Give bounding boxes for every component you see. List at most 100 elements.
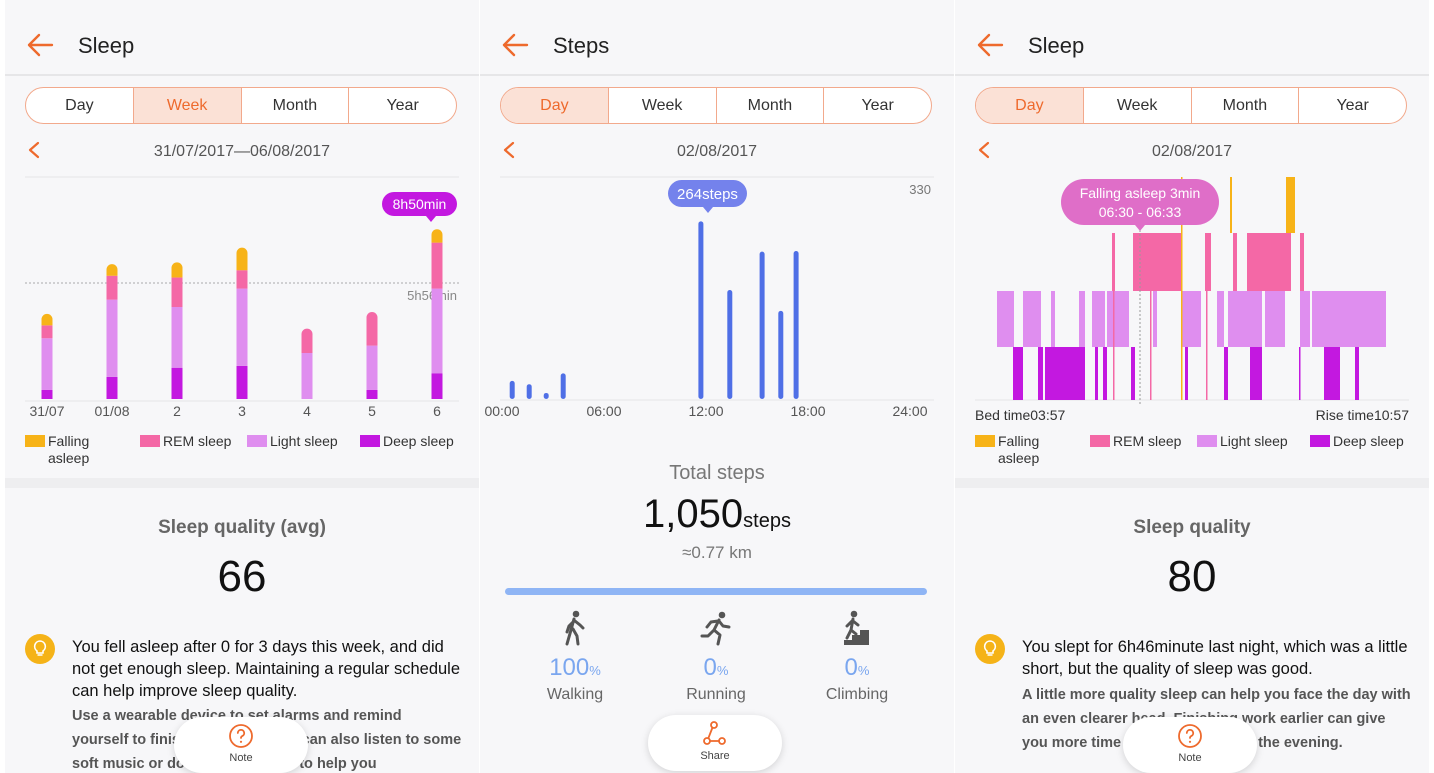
legend-light: Light sleep <box>1197 433 1288 450</box>
sleep-stage-block <box>1181 291 1201 347</box>
share-icon <box>703 721 726 745</box>
header: Sleep <box>955 0 1429 76</box>
tab-day[interactable]: Day <box>501 88 609 123</box>
sleep-stage-block <box>1286 177 1295 233</box>
tab-week[interactable]: Week <box>1084 88 1192 123</box>
note-button[interactable]: Note <box>174 717 308 773</box>
bar-segment <box>106 299 118 377</box>
tooltip-text: 8h50min <box>393 196 447 212</box>
tab-month[interactable]: Month <box>1192 88 1300 123</box>
legend-light: Light sleep <box>247 433 338 450</box>
activity-progress-bar <box>505 588 927 595</box>
sleep-stage-block <box>1077 347 1085 400</box>
tab-year[interactable]: Year <box>1299 88 1406 123</box>
note-label: Note <box>1178 752 1202 764</box>
bar-segment <box>106 264 118 276</box>
tooltip-bubble: 264steps <box>668 180 747 213</box>
x-tick-label: 12:00 <box>688 403 723 419</box>
period-tabs: Day Week Month Year <box>500 87 932 124</box>
rise-time: Rise time10:57 <box>1315 407 1409 423</box>
sleep-stage-block <box>1228 291 1262 347</box>
tab-day[interactable]: Day <box>26 88 134 123</box>
daily-steps-chart: 330 00:00 06:00 12:00 18:00 24:00 264steps <box>484 176 934 419</box>
x-tick-label: 06:00 <box>586 403 621 419</box>
quality-title: Sleep quality <box>1133 517 1251 538</box>
sleep-stage-block <box>1185 347 1188 400</box>
total-steps-value: 1,050steps <box>643 492 791 536</box>
sleep-stage-timeline: Falling asleep 3min 06:30 - 06:33 <box>975 177 1409 404</box>
running-icon <box>700 611 731 646</box>
sleep-stage-tick <box>1206 233 1208 400</box>
x-tick-label: 3 <box>238 403 246 419</box>
tab-week[interactable]: Week <box>133 88 242 123</box>
tab-week[interactable]: Week <box>609 88 717 123</box>
tooltip-bubble: Falling asleep 3min 06:30 - 06:33 <box>1061 179 1219 231</box>
sleep-stage-block <box>1250 347 1262 400</box>
walking-icon <box>565 610 585 646</box>
bar-segment <box>106 275 118 300</box>
bar-segment <box>171 262 183 278</box>
legend-deep: Deep sleep <box>1310 433 1404 450</box>
bar-segment <box>171 307 183 368</box>
bar-segment <box>236 247 248 271</box>
bar-segment <box>41 313 53 326</box>
bar-segment <box>236 365 248 399</box>
x-tick-label: 31/07 <box>29 403 64 419</box>
step-bar <box>698 221 704 399</box>
share-button[interactable]: Share <box>648 715 782 771</box>
bar-segment <box>366 345 378 390</box>
sleep-week-panel: Sleep Day Week Month Year 31/07/2017—06/… <box>5 0 479 773</box>
arrow-left-icon[interactable] <box>500 30 530 60</box>
section-divider <box>955 478 1429 488</box>
sleep-stage-block <box>1079 291 1085 347</box>
step-bar <box>759 251 765 399</box>
bed-time: Bed time03:57 <box>975 407 1066 423</box>
lightbulb-icon <box>975 634 1005 664</box>
step-bar <box>509 380 515 399</box>
bar-segment <box>236 270 248 289</box>
page-title: Steps <box>553 33 610 58</box>
legend-deep: Deep sleep <box>360 433 454 450</box>
step-bar <box>778 310 784 399</box>
x-tick-label: 01/08 <box>94 403 129 419</box>
bar-segment <box>366 389 378 399</box>
y-max-label: 330 <box>909 182 931 197</box>
legend-rem: REM sleep <box>1090 433 1181 450</box>
tab-day[interactable]: Day <box>976 88 1084 123</box>
lightbulb-icon <box>25 634 55 664</box>
sleep-stage-block <box>1013 347 1023 400</box>
date-label: 02/08/2017 <box>1151 143 1233 160</box>
sleep-stage-block <box>1233 233 1237 291</box>
sleep-stage-block <box>1095 347 1098 400</box>
arrow-left-icon[interactable] <box>25 30 55 60</box>
sleep-stage-block <box>1045 347 1078 400</box>
sleep-stage-block <box>1217 291 1224 347</box>
section-divider <box>5 478 479 488</box>
x-tick-label: 5 <box>368 403 376 419</box>
sleep-stage-block <box>1355 347 1359 400</box>
share-label: Share <box>700 750 730 762</box>
tab-year[interactable]: Year <box>824 88 931 123</box>
sleep-stage-block <box>1103 347 1107 400</box>
period-tabs: Day Week Month Year <box>975 87 1407 124</box>
tab-month[interactable]: Month <box>242 88 350 123</box>
sleep-stage-block <box>1153 291 1157 347</box>
bar-segment <box>431 229 443 243</box>
sleep-stage-block <box>1107 291 1129 347</box>
total-steps-title: Total steps <box>669 462 765 484</box>
sleep-stage-block <box>1312 291 1338 347</box>
x-tick-label: 4 <box>303 403 311 419</box>
step-bar <box>543 392 549 399</box>
sleep-stage-block <box>1230 177 1232 233</box>
tab-month[interactable]: Month <box>717 88 825 123</box>
tab-year[interactable]: Year <box>349 88 456 123</box>
bar-segment <box>41 338 53 390</box>
tooltip-line-1: Falling asleep 3min <box>1080 185 1201 201</box>
note-button[interactable]: Note <box>1123 717 1257 773</box>
sleep-stage-block <box>1023 291 1041 347</box>
tip-main-text: You fell asleep after 0 for 3 days this … <box>72 638 461 700</box>
walking-stat: 100% Walking <box>505 610 645 704</box>
arrow-left-icon[interactable] <box>975 30 1005 60</box>
tip-main-text: You slept for 6h46minute last night, whi… <box>1022 638 1408 678</box>
legend-rem: REM sleep <box>140 433 231 450</box>
